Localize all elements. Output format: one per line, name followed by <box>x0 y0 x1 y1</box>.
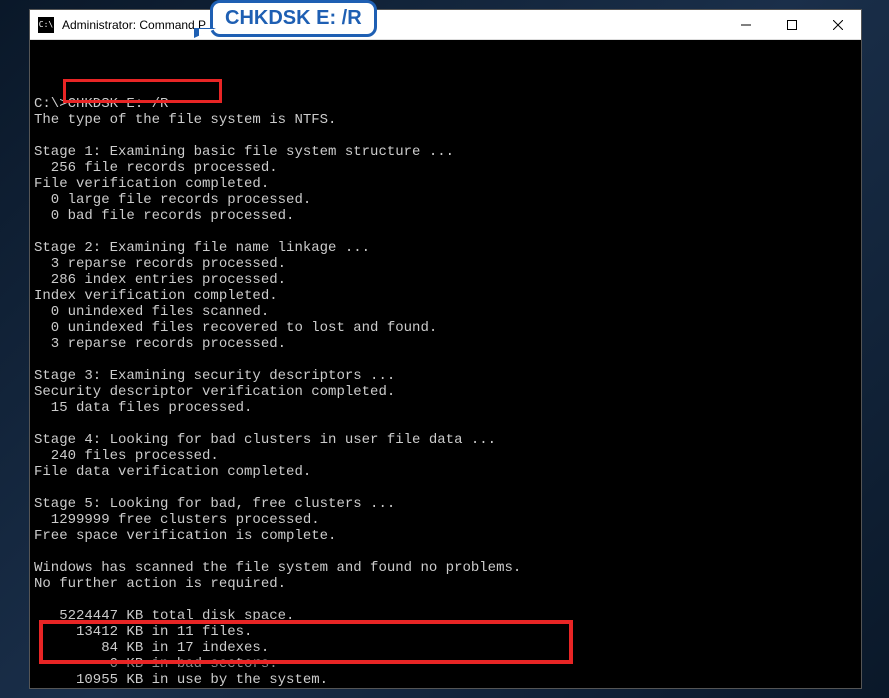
terminal-line: Stage 2: Examining file name linkage ... <box>34 240 857 256</box>
terminal-line: 10955 KB in use by the system. <box>34 672 857 688</box>
callout-text: CHKDSK E: /R <box>225 7 362 29</box>
terminal-line: Stage 3: Examining security descriptors … <box>34 368 857 384</box>
terminal-text: C:\>CHKDSK E: /RThe type of the file sys… <box>34 80 857 688</box>
annotation-callout: CHKDSK E: /R <box>210 0 377 37</box>
terminal-line: 0 large file records processed. <box>34 192 857 208</box>
terminal-line <box>34 592 857 608</box>
terminal-line: 1299999 free clusters processed. <box>34 512 857 528</box>
cmd-icon: C:\ <box>38 17 54 33</box>
terminal-line: The type of the file system is NTFS. <box>34 112 857 128</box>
terminal-line: 3 reparse records processed. <box>34 336 857 352</box>
terminal-line: Stage 1: Examining basic file system str… <box>34 144 857 160</box>
maximize-button[interactable] <box>769 10 815 39</box>
window-controls <box>723 10 861 39</box>
terminal-line: Security descriptor verification complet… <box>34 384 857 400</box>
terminal-line: 3 reparse records processed. <box>34 256 857 272</box>
terminal-line: Index verification completed. <box>34 288 857 304</box>
terminal-line: 15 data files processed. <box>34 400 857 416</box>
terminal-line: 0 unindexed files recovered to lost and … <box>34 320 857 336</box>
terminal-line: No further action is required. <box>34 576 857 592</box>
terminal-output[interactable]: C:\>CHKDSK E: /RThe type of the file sys… <box>30 40 861 688</box>
terminal-line <box>34 128 857 144</box>
terminal-line: 256 file records processed. <box>34 160 857 176</box>
result-highlight-box <box>39 620 573 664</box>
command-prompt-window: C:\ Administrator: Command P C:\>CHKDSK … <box>29 9 862 689</box>
terminal-line: File data verification completed. <box>34 464 857 480</box>
window-titlebar: C:\ Administrator: Command P <box>30 10 861 40</box>
terminal-line: Stage 4: Looking for bad clusters in use… <box>34 432 857 448</box>
terminal-line: 286 index entries processed. <box>34 272 857 288</box>
terminal-line <box>34 416 857 432</box>
terminal-line: 0 unindexed files scanned. <box>34 304 857 320</box>
close-button[interactable] <box>815 10 861 39</box>
minimize-button[interactable] <box>723 10 769 39</box>
terminal-line: 240 files processed. <box>34 448 857 464</box>
terminal-line <box>34 480 857 496</box>
terminal-line: Free space verification is complete. <box>34 528 857 544</box>
terminal-line <box>34 544 857 560</box>
terminal-line: 0 bad file records processed. <box>34 208 857 224</box>
terminal-line: Windows has scanned the file system and … <box>34 560 857 576</box>
minimize-icon <box>741 20 751 30</box>
terminal-line <box>34 224 857 240</box>
terminal-line: Stage 5: Looking for bad, free clusters … <box>34 496 857 512</box>
terminal-line: File verification completed. <box>34 176 857 192</box>
window-title: Administrator: Command P <box>62 18 723 32</box>
maximize-icon <box>787 20 797 30</box>
command-highlight-box <box>63 79 222 103</box>
close-icon <box>833 20 843 30</box>
terminal-line <box>34 352 857 368</box>
